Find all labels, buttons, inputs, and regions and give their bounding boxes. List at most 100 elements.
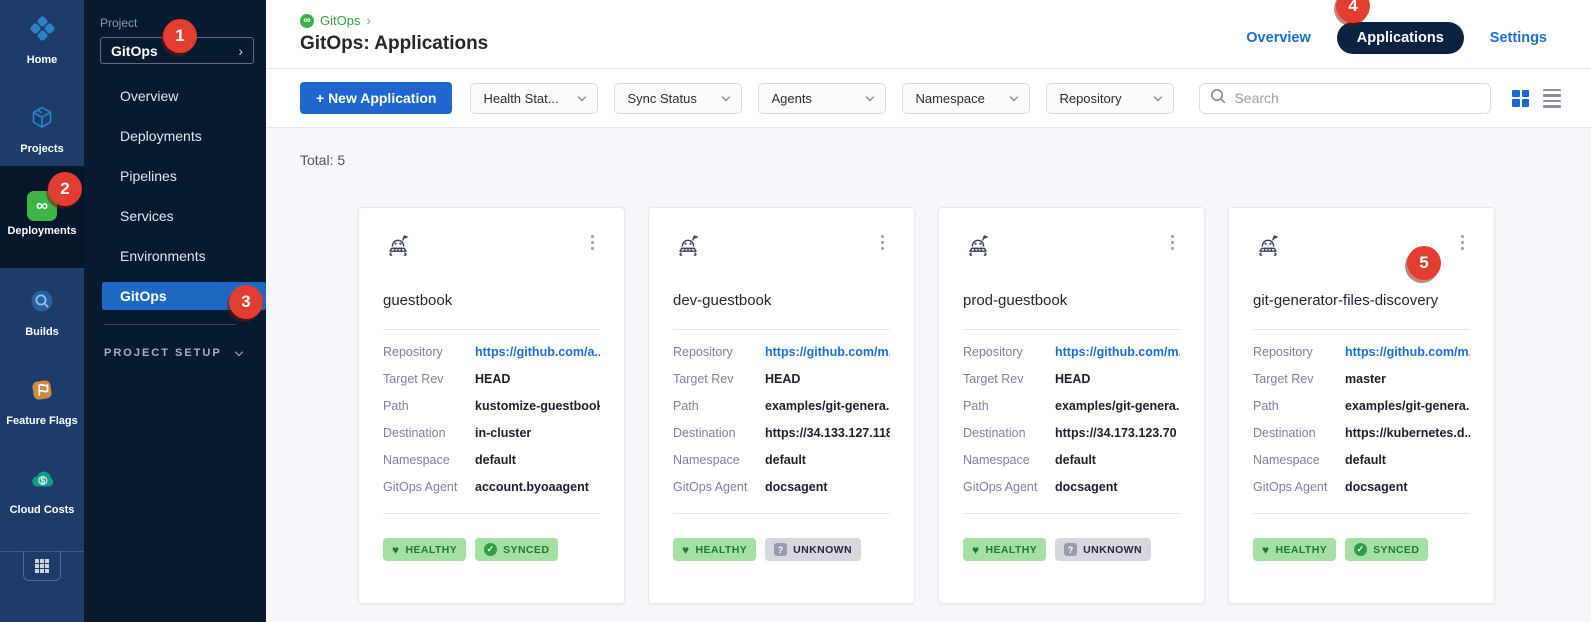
sidebar-item-cloud-costs[interactable]: $ Cloud Costs [0, 463, 84, 516]
card-divider [963, 513, 1180, 514]
kebab-menu-icon[interactable] [585, 230, 600, 255]
sidebar-item-environments[interactable]: Environments [84, 236, 266, 276]
heart-icon: ♥ [972, 544, 980, 556]
card-field-row: Destinationhttps://34.173.123.70 [963, 419, 1180, 446]
card-fields: Repositoryhttps://github.com/m... Target… [963, 338, 1180, 500]
search-box [1199, 83, 1491, 114]
status-badges: ♥HEALTHY ?UNKNOWN [673, 538, 890, 561]
heart-icon: ♥ [682, 544, 690, 556]
question-icon: ? [774, 543, 787, 556]
sidebar-item-pipelines[interactable]: Pipelines [84, 156, 266, 196]
card-field-row: Target Revmaster [1253, 365, 1470, 392]
sidebar-item-deployments-menu[interactable]: Deployments [84, 116, 266, 156]
health-status-badge: ♥HEALTHY [963, 538, 1046, 561]
sidebar-item-home[interactable]: Home [0, 12, 84, 66]
card-field-row: Namespacedefault [963, 446, 1180, 473]
sidebar-item-overview[interactable]: Overview [84, 76, 266, 116]
chevron-down-icon [578, 92, 586, 100]
application-card[interactable]: guestbook Repositoryhttps://github.com/a… [358, 207, 625, 604]
application-card[interactable]: dev-guestbook Repositoryhttps://github.c… [648, 207, 915, 604]
argo-app-icon [963, 230, 993, 265]
card-fields: Repositoryhttps://github.com/a... Target… [383, 338, 600, 500]
card-field-row: GitOps Agentdocsagent [963, 473, 1180, 500]
cloud-costs-icon: $ [26, 463, 58, 500]
harness-home-icon [26, 12, 59, 50]
builds-icon [26, 285, 58, 322]
sidebar-item-projects[interactable]: Projects [0, 102, 84, 155]
card-divider [1253, 513, 1470, 514]
sync-status-badge: ✓SYNCED [1345, 538, 1428, 561]
repository-link[interactable]: https://github.com/m... [1345, 345, 1470, 359]
sidebar-item-services[interactable]: Services [84, 196, 266, 236]
annotation-marker-2: 2 [48, 172, 82, 206]
project-setup-toggle[interactable]: PROJECT SETUP [104, 347, 266, 359]
list-view-icon[interactable] [1543, 89, 1561, 108]
chevron-down-icon [1154, 92, 1162, 100]
card-divider [673, 513, 890, 514]
sync-status-badge: ?UNKNOWN [1055, 538, 1151, 561]
application-name[interactable]: prod-guestbook [963, 292, 1180, 309]
new-application-button[interactable]: + New Application [300, 82, 452, 114]
breadcrumb-gitops-link[interactable]: GitOps [320, 13, 360, 28]
application-name[interactable]: dev-guestbook [673, 292, 890, 309]
card-field-row: GitOps Agentdocsagent [1253, 473, 1470, 500]
heart-icon: ♥ [1262, 544, 1270, 556]
agents-filter[interactable]: Agents [758, 83, 886, 114]
card-field-row: Destinationhttps://kubernetes.d... [1253, 419, 1470, 446]
tab-applications[interactable]: Applications [1337, 22, 1464, 54]
card-field-row: Destinationhttps://34.133.127.118 [673, 419, 890, 446]
card-field-row: Pathexamples/git-genera... [1253, 392, 1470, 419]
main-area: ∞ GitOps › GitOps: Applications Overview… [266, 0, 1591, 622]
sidebar-item-builds[interactable]: Builds [0, 285, 84, 338]
sidebar-item-feature-flags[interactable]: Feature Flags [0, 374, 84, 427]
header-nav: Overview Applications Settings [1246, 22, 1547, 54]
card-divider [1253, 329, 1470, 330]
card-divider [963, 329, 1180, 330]
svg-text:$: $ [40, 475, 45, 485]
card-field-row: Pathexamples/git-genera... [963, 392, 1180, 419]
repository-link[interactable]: https://github.com/m... [765, 345, 890, 359]
card-field-row: Repositoryhttps://github.com/m... [963, 338, 1180, 365]
status-badges: ♥HEALTHY ✓SYNCED [1253, 538, 1470, 561]
sync-status-filter[interactable]: Sync Status [614, 83, 742, 114]
sidebar-divider [104, 324, 236, 325]
health-status-badge: ♥HEALTHY [673, 538, 756, 561]
kebab-menu-icon[interactable] [875, 230, 890, 255]
health-status-filter[interactable]: Health Stat... [470, 83, 598, 114]
module-picker-button[interactable] [23, 551, 61, 581]
card-field-row: Namespacedefault [673, 446, 890, 473]
sync-status-badge: ✓SYNCED [475, 538, 558, 561]
annotation-marker-5: 5 [1407, 246, 1441, 280]
gitops-applications-page: Home Projects ∞ Deployments [0, 0, 1591, 622]
repository-link[interactable]: https://github.com/m... [1055, 345, 1180, 359]
tab-settings[interactable]: Settings [1490, 30, 1547, 46]
card-divider [383, 329, 600, 330]
tab-overview[interactable]: Overview [1246, 30, 1311, 46]
annotation-marker-3: 3 [229, 285, 263, 319]
application-name[interactable]: git-generator-files-discovery [1253, 292, 1470, 309]
chevron-right-icon: › [238, 43, 243, 59]
project-menu: Overview Deployments Pipelines Services … [84, 76, 266, 310]
card-field-row: Destinationin-cluster [383, 419, 600, 446]
grid-view-icon[interactable] [1512, 90, 1529, 107]
chevron-right-icon: › [366, 13, 370, 28]
annotation-marker-1: 1 [163, 19, 197, 53]
health-status-badge: ♥HEALTHY [1253, 538, 1336, 561]
search-input[interactable] [1234, 90, 1480, 106]
gitops-infinity-icon: ∞ [300, 14, 314, 28]
repository-link[interactable]: https://github.com/a... [475, 345, 600, 359]
card-field-row: Repositoryhttps://github.com/m... [673, 338, 890, 365]
card-divider [673, 329, 890, 330]
card-field-row: Namespacedefault [383, 446, 600, 473]
namespace-filter[interactable]: Namespace [902, 83, 1030, 114]
application-card[interactable]: prod-guestbook Repositoryhttps://github.… [938, 207, 1205, 604]
card-field-row: GitOps Agentdocsagent [673, 473, 890, 500]
kebab-menu-icon[interactable] [1165, 230, 1180, 255]
kebab-menu-icon[interactable] [1455, 230, 1470, 255]
search-icon [1210, 88, 1226, 109]
feature-flags-icon [26, 374, 58, 411]
application-card[interactable]: git-generator-files-discovery Repository… [1228, 207, 1495, 604]
health-status-badge: ♥HEALTHY [383, 538, 466, 561]
application-name[interactable]: guestbook [383, 292, 600, 309]
repository-filter[interactable]: Repository [1046, 83, 1174, 114]
